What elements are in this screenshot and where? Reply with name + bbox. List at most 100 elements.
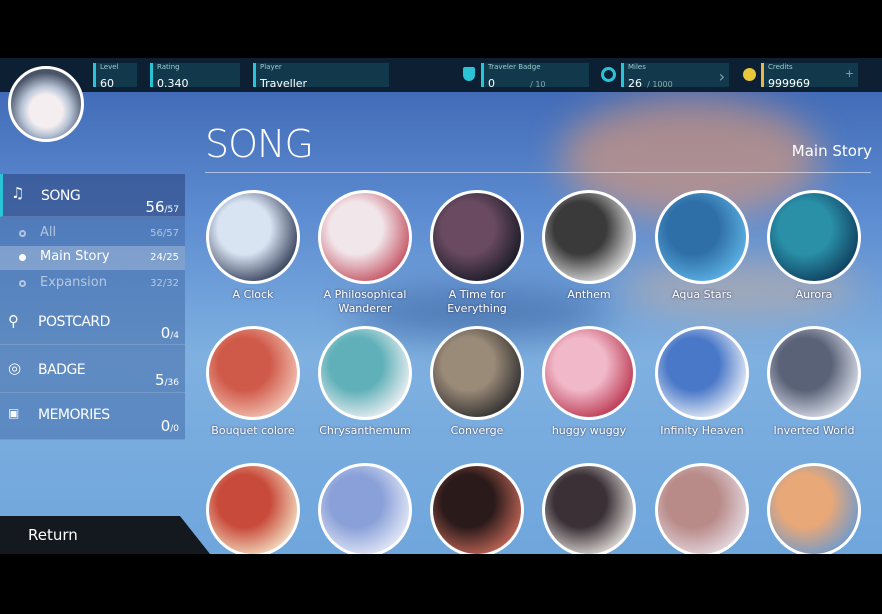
song-jacket bbox=[430, 326, 524, 420]
credits-value: 999969 bbox=[768, 77, 810, 90]
traveler-badge-icon bbox=[463, 67, 475, 81]
rating-label: Rating bbox=[157, 63, 180, 71]
sub-label: All bbox=[40, 225, 57, 240]
song-count: 56/57 bbox=[145, 198, 179, 216]
speedometer-icon bbox=[601, 67, 616, 82]
player-stat: Player Traveller bbox=[253, 63, 389, 90]
song-card[interactable]: huggy wuggy bbox=[534, 326, 644, 438]
location-pin-icon: ⚲ bbox=[8, 312, 19, 330]
miles-value: 26 bbox=[628, 77, 642, 90]
song-card[interactable]: A Time for Everything bbox=[422, 190, 532, 316]
song-jacket bbox=[318, 326, 412, 420]
badge-icon: ◎ bbox=[8, 359, 22, 377]
miles-label: Miles bbox=[628, 63, 646, 71]
level-label: Level bbox=[100, 63, 119, 71]
song-card[interactable]: A Clock bbox=[198, 190, 308, 302]
song-jacket bbox=[542, 463, 636, 554]
sub-count: 24/25 bbox=[150, 252, 179, 263]
song-jacket bbox=[767, 326, 861, 420]
song-title: Inverted World bbox=[773, 424, 855, 437]
sub-label: Main Story bbox=[40, 249, 110, 264]
song-card[interactable] bbox=[534, 463, 644, 554]
song-title: Aurora bbox=[795, 288, 833, 301]
song-jacket bbox=[430, 463, 524, 554]
song-jacket bbox=[206, 463, 300, 554]
song-title: Aqua Stars bbox=[672, 288, 732, 301]
sub-count: 32/32 bbox=[150, 278, 179, 289]
sidebar: ♫ SONG 56/57 All 56/57 Main Story 24/25 Ex… bbox=[0, 174, 185, 440]
song-card[interactable]: A Philosophical Wanderer bbox=[310, 190, 420, 316]
song-card[interactable]: Bouquet colore bbox=[198, 326, 308, 438]
song-card[interactable] bbox=[647, 463, 757, 554]
miles-stat[interactable]: Miles 26 / 1000 › bbox=[621, 63, 729, 90]
game-screen: Level 60 Rating 0.340 Player Traveller Trav… bbox=[0, 58, 882, 554]
song-jacket bbox=[430, 190, 524, 284]
song-card[interactable] bbox=[422, 463, 532, 554]
level-value: 60 bbox=[100, 77, 114, 90]
song-jacket bbox=[767, 190, 861, 284]
music-note-icon: ♫ bbox=[11, 184, 25, 202]
song-jacket bbox=[542, 190, 636, 284]
song-jacket bbox=[655, 463, 749, 554]
sub-label: Expansion bbox=[40, 275, 107, 290]
traveler-badge-stat[interactable]: Traveler Badge 0 / 10 bbox=[481, 63, 589, 90]
song-jacket bbox=[767, 463, 861, 554]
postcard-label: POSTCARD bbox=[38, 314, 110, 330]
chevron-right-icon[interactable]: › bbox=[719, 67, 725, 86]
song-title: Infinity Heaven bbox=[660, 424, 744, 437]
song-title: Chrysanthemum bbox=[319, 424, 411, 437]
sub-count: 56/57 bbox=[150, 228, 179, 239]
song-title: Converge bbox=[450, 424, 504, 437]
song-jacket bbox=[655, 326, 749, 420]
return-button[interactable]: Return bbox=[0, 516, 210, 554]
page-title: SONG bbox=[205, 122, 314, 166]
song-title: A Philosophical Wanderer bbox=[323, 288, 407, 315]
image-icon: ▣ bbox=[8, 406, 20, 420]
miles-max: / 1000 bbox=[647, 80, 673, 89]
sub-item-all[interactable]: All 56/57 bbox=[0, 222, 185, 246]
song-jacket bbox=[206, 326, 300, 420]
add-credits-plus-icon[interactable]: + bbox=[845, 67, 854, 80]
song-card[interactable]: Chrysanthemum bbox=[310, 326, 420, 438]
sidebar-item-memories[interactable]: ▣ MEMORIES 0/0 bbox=[0, 393, 185, 440]
sidebar-item-badge[interactable]: ◎ BADGE 5/36 bbox=[0, 345, 185, 393]
sub-item-main-story[interactable]: Main Story 24/25 bbox=[0, 246, 185, 270]
player-avatar[interactable] bbox=[8, 66, 84, 142]
badge-label: Traveler Badge bbox=[488, 63, 541, 71]
badge-max: / 10 bbox=[530, 80, 546, 89]
song-card[interactable]: Anthem bbox=[534, 190, 644, 302]
category-label: Main Story bbox=[791, 142, 872, 160]
player-label: Player bbox=[260, 63, 282, 71]
rating-stat: Rating 0.340 bbox=[150, 63, 240, 90]
song-card[interactable]: Infinity Heaven bbox=[647, 326, 757, 438]
song-card[interactable] bbox=[198, 463, 308, 554]
song-title: A Clock bbox=[232, 288, 274, 301]
top-status-bar: Level 60 Rating 0.340 Player Traveller Trav… bbox=[0, 58, 882, 92]
sidebar-item-song[interactable]: ♫ SONG 56/57 bbox=[0, 174, 185, 217]
memories-label: MEMORIES bbox=[38, 407, 110, 423]
return-label: Return bbox=[28, 526, 78, 544]
song-title: huggy wuggy bbox=[551, 424, 627, 437]
song-card[interactable]: Aqua Stars bbox=[647, 190, 757, 302]
badge-count: 5/36 bbox=[154, 371, 179, 389]
rating-value: 0.340 bbox=[157, 77, 189, 90]
sub-item-expansion[interactable]: Expansion 32/32 bbox=[0, 272, 185, 296]
song-label: SONG bbox=[41, 188, 81, 204]
badge-nav-label: BADGE bbox=[38, 362, 86, 378]
song-card[interactable] bbox=[310, 463, 420, 554]
song-card[interactable] bbox=[759, 463, 869, 554]
song-title: Bouquet colore bbox=[211, 424, 295, 437]
song-title: A Time for Everything bbox=[447, 288, 507, 315]
song-jacket bbox=[655, 190, 749, 284]
level-stat: Level 60 bbox=[93, 63, 137, 90]
sidebar-item-postcard[interactable]: ⚲ POSTCARD 0/4 bbox=[0, 300, 185, 345]
song-card[interactable]: Aurora bbox=[759, 190, 869, 302]
song-card[interactable]: Converge bbox=[422, 326, 532, 438]
song-card[interactable]: Inverted World bbox=[759, 326, 869, 438]
badge-value: 0 bbox=[488, 77, 495, 90]
song-title: Anthem bbox=[567, 288, 611, 301]
song-jacket bbox=[542, 326, 636, 420]
player-name: Traveller bbox=[260, 77, 308, 90]
radio-dot-icon bbox=[19, 280, 26, 287]
postcard-count: 0/4 bbox=[160, 324, 179, 342]
